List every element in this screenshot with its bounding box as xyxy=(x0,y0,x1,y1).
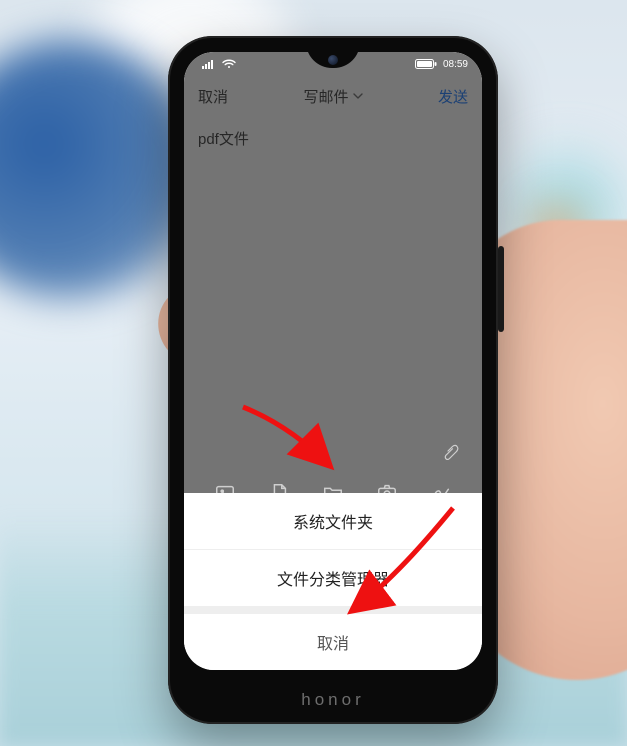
sheet-divider xyxy=(184,606,482,614)
status-time: 08:59 xyxy=(443,59,468,70)
sheet-cancel-button[interactable]: 取消 xyxy=(184,614,482,670)
cancel-button[interactable]: 取消 xyxy=(198,86,228,107)
sheet-option-file-manager[interactable]: 文件分类管理器 xyxy=(184,549,482,606)
bg-blob xyxy=(517,190,597,270)
sheet-option-system-folder[interactable]: 系统文件夹 xyxy=(184,493,482,549)
send-button[interactable]: 发送 xyxy=(438,86,468,107)
scene-root: honor 取消 写邮件 发送 pdf文件 xyxy=(0,0,627,746)
paperclip-icon xyxy=(442,442,460,460)
phone-brand: honor xyxy=(168,676,498,724)
signal-icon xyxy=(202,59,216,69)
wifi-icon xyxy=(222,59,236,69)
phone-screen: 取消 写邮件 发送 pdf文件 xyxy=(184,52,482,670)
action-sheet: 系统文件夹 文件分类管理器 取消 xyxy=(184,493,482,670)
subject-field[interactable]: pdf文件 xyxy=(184,118,482,149)
phone-frame: honor 取消 写邮件 发送 pdf文件 xyxy=(168,36,498,724)
chevron-down-icon xyxy=(353,91,363,101)
navbar-title[interactable]: 写邮件 xyxy=(303,86,362,107)
navbar: 取消 写邮件 发送 xyxy=(184,74,482,118)
navbar-title-label: 写邮件 xyxy=(303,86,348,107)
battery-icon xyxy=(415,59,437,69)
attachment-button[interactable] xyxy=(436,436,466,466)
